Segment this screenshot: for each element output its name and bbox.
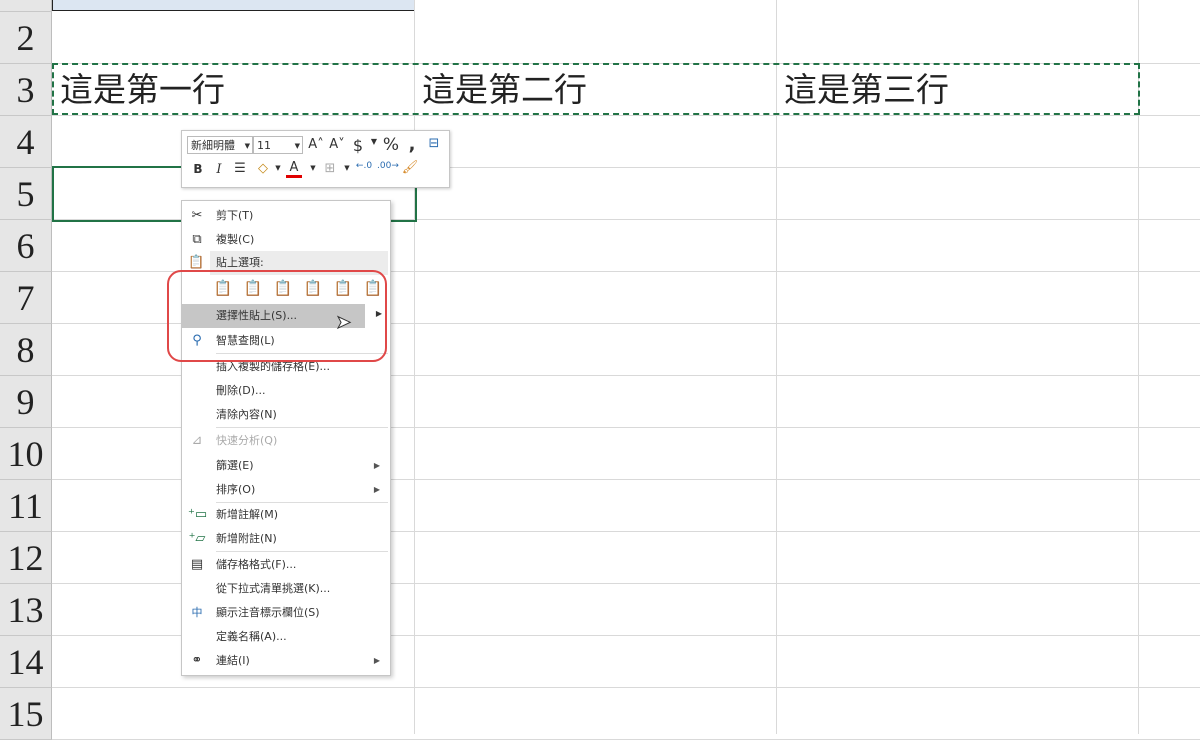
submenu-arrow-icon: ▶ <box>373 656 380 665</box>
row-header-6[interactable]: 6 <box>0 220 52 272</box>
label: 篩選(E) <box>216 459 254 472</box>
label: 剪下(T) <box>216 209 254 222</box>
label: 新增註解(M) <box>216 508 279 521</box>
row-header-3[interactable]: 3 <box>0 64 52 116</box>
font-color-icon[interactable]: A <box>286 160 302 178</box>
mini-toolbar: 新細明體 ▼ 11 ▼ A˄ A˅ $ ▼ % , ⊟ B I ☰ ◇ ▼ A ▼ … <box>181 130 450 188</box>
new-note-icon: ⁺▱ <box>188 531 206 546</box>
row-header-8[interactable]: 8 <box>0 324 52 376</box>
row-header-2[interactable]: 2 <box>0 12 52 64</box>
format-cells-icon: ▤ <box>190 557 204 572</box>
row-header-9[interactable]: 9 <box>0 376 52 428</box>
italic-button[interactable]: I <box>209 162 229 177</box>
font-size: 11 <box>257 139 271 152</box>
scissors-icon: ✂ <box>191 208 203 223</box>
menu-item-clear[interactable]: 清除內容(N) <box>182 403 388 427</box>
row-header-12[interactable]: 12 <box>0 532 52 584</box>
menu-item-format-cells[interactable]: ▤ 儲存格格式(F)... <box>182 553 388 577</box>
menu-item-cut[interactable]: ✂ 剪下(T) <box>182 204 388 228</box>
menu-item-quick-analysis: ⊿ 快速分析(Q) <box>182 429 388 453</box>
label: 新增附註(N) <box>216 532 277 545</box>
menu-item-copy[interactable]: ⧉ 複製(C) <box>182 228 388 252</box>
divider <box>216 427 388 428</box>
row-divider <box>52 687 1200 688</box>
menu-item-new-comment[interactable]: ⁺▭ 新增註解(M) <box>182 503 388 527</box>
row-header-5[interactable]: 5 <box>0 168 52 220</box>
font-size-dropdown[interactable]: 11 ▼ <box>253 136 303 154</box>
label: 複製(C) <box>216 233 255 246</box>
font-name: 新細明體 <box>191 139 235 152</box>
row-header-15[interactable]: 15 <box>0 688 52 740</box>
highlight-annotation <box>167 270 387 362</box>
row-header-14[interactable]: 14 <box>0 636 52 688</box>
copy-icon: ⧉ <box>192 232 202 247</box>
copy-marquee <box>52 63 1140 115</box>
divider <box>216 551 388 552</box>
submenu-arrow-icon: ▶ <box>373 485 380 494</box>
quick-analysis-icon: ⊿ <box>191 433 203 448</box>
bold-button[interactable]: B <box>188 162 208 176</box>
label: 刪除(D)... <box>216 384 266 397</box>
label: 快速分析(Q) <box>216 434 278 447</box>
label: 排序(O) <box>216 483 256 496</box>
menu-item-filter[interactable]: 篩選(E) ▶ <box>182 454 388 478</box>
label: 儲存格格式(F)... <box>216 558 297 571</box>
mouse-cursor-icon: ➤ <box>335 312 352 334</box>
cell-a1[interactable] <box>52 0 415 11</box>
menu-item-sort[interactable]: 排序(O) ▶ <box>182 478 388 502</box>
menu-item-phonetic[interactable]: 中顯示注音標示欄位(S) <box>182 601 388 625</box>
menu-item-link[interactable]: ⚭ 連結(I) ▶ <box>182 649 388 673</box>
menu-item-pick-list[interactable]: 從下拉式清單挑選(K)... <box>182 577 388 601</box>
row-header-7[interactable]: 7 <box>0 272 52 324</box>
row-header-1[interactable] <box>0 0 52 12</box>
row-header-4[interactable]: 4 <box>0 116 52 168</box>
row-header-11[interactable]: 11 <box>0 480 52 532</box>
menu-item-delete[interactable]: 刪除(D)... <box>182 379 388 403</box>
decrease-decimal-icon[interactable]: .00→ <box>377 161 399 171</box>
label: 清除內容(N) <box>216 408 277 421</box>
new-comment-icon: ⁺▭ <box>188 507 208 522</box>
merge-center-icon[interactable]: ⊟ <box>424 136 444 151</box>
menu-item-define-name[interactable]: 定義名稱(A)... <box>182 625 388 649</box>
decrease-font-icon[interactable]: A˅ <box>327 137 347 152</box>
submenu-arrow-icon: ▶ <box>373 461 380 470</box>
label: 從下拉式清單挑選(K)... <box>216 582 331 595</box>
label: 連結(I) <box>216 654 250 667</box>
format-painter-icon[interactable]: 🖌 <box>400 160 420 175</box>
menu-item-new-note[interactable]: ⁺▱ 新增附註(N) <box>182 527 388 551</box>
font-name-dropdown[interactable]: 新細明體 ▼ <box>187 136 253 154</box>
comma-style-icon[interactable]: , <box>402 134 422 155</box>
phonetic-icon: 中 <box>191 606 203 619</box>
percent-button[interactable]: % <box>381 135 401 155</box>
align-center-icon[interactable]: ☰ <box>230 161 250 176</box>
increase-font-icon[interactable]: A˄ <box>306 137 326 152</box>
label: 定義名稱(A)... <box>216 630 287 643</box>
increase-decimal-icon[interactable]: ←.0 <box>354 161 374 171</box>
paste-icon: 📋 <box>188 255 205 270</box>
fill-dropdown-icon[interactable]: ▼ <box>268 164 288 172</box>
label: 顯示注音標示欄位(S) <box>216 606 320 619</box>
row-header-10[interactable]: 10 <box>0 428 52 480</box>
row-header-13[interactable]: 13 <box>0 584 52 636</box>
link-icon: ⚭ <box>191 653 203 668</box>
